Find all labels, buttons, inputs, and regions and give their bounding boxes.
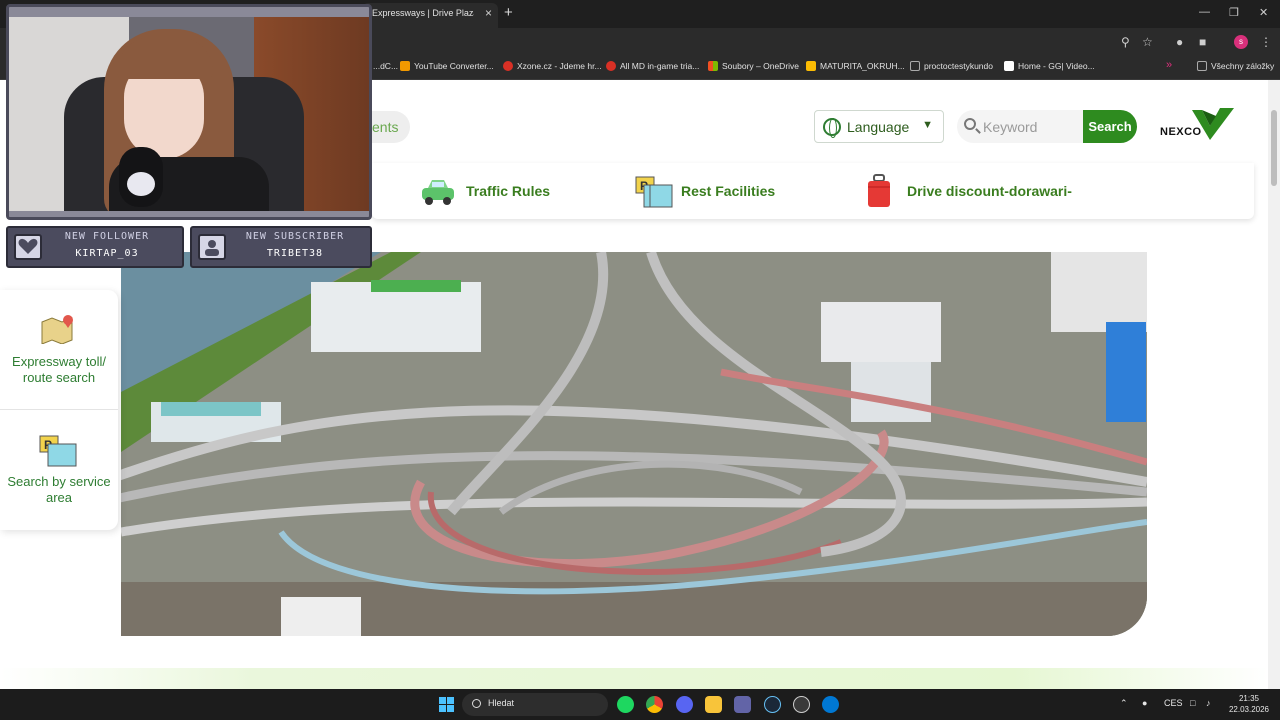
- spotify-icon[interactable]: [617, 696, 634, 713]
- star-icon[interactable]: ☆: [1142, 35, 1153, 49]
- search-input[interactable]: [983, 117, 1079, 137]
- close-tab-icon[interactable]: ×: [485, 6, 492, 20]
- main-nav: Traffic Rules P Rest Facilities Drive di…: [372, 163, 1254, 219]
- language-label: Language: [847, 119, 910, 135]
- bookmark-favicon-icon: [400, 61, 410, 71]
- search-box: Search: [957, 110, 1137, 143]
- volume-icon[interactable]: ♪: [1206, 698, 1211, 708]
- logo-text: NEXCO: [1160, 126, 1202, 138]
- bookmark-item[interactable]: Home - GG| Video...: [1004, 61, 1095, 71]
- new-tab-button[interactable]: +: [504, 4, 513, 21]
- events-label: ents: [372, 119, 399, 135]
- quick-links-sidebar: Expressway toll/ route search P Search b…: [0, 290, 118, 530]
- section-banner: [0, 668, 1268, 689]
- suitcase-icon: [868, 174, 890, 207]
- windows-taskbar: Hledat ⌃ ● CES □ ♪ 21:35 22.03.2026: [0, 689, 1280, 720]
- sidebar-item-toll-route-search[interactable]: Expressway toll/ route search: [0, 290, 118, 410]
- chrome-icon[interactable]: [646, 696, 663, 713]
- nav-label: Drive discount-dorawari-: [907, 183, 1072, 199]
- network-icon[interactable]: □: [1190, 698, 1195, 708]
- microphone-tray-icon[interactable]: ●: [1142, 698, 1147, 708]
- map-pin-icon: [41, 315, 73, 344]
- onedrive-favicon-icon: [708, 61, 718, 71]
- sidebar-item-label: Search by service area: [7, 474, 111, 505]
- new-follower-alert: NEW FOLLOWER KIRTAP_03: [6, 226, 184, 268]
- sidebar-item-service-area-search[interactable]: P Search by service area: [0, 410, 118, 530]
- webcam-frame-top: [9, 7, 369, 17]
- webcam-frame-bottom: [9, 211, 369, 217]
- folder-icon[interactable]: [705, 696, 722, 713]
- mic-logo-icon: [127, 172, 155, 196]
- page-scrollbar[interactable]: [1268, 80, 1280, 689]
- input-language[interactable]: CES: [1164, 698, 1183, 708]
- search-icon: [472, 699, 481, 708]
- taskbar-search-label: Hledat: [488, 698, 515, 708]
- nexco-logo[interactable]: NEXCO: [1158, 106, 1236, 148]
- bookmark-favicon-icon: [503, 61, 513, 71]
- scroll-thumb[interactable]: [1271, 110, 1277, 186]
- taskbar-clock[interactable]: 21:35 22.03.2026: [1228, 693, 1270, 715]
- bookmark-item[interactable]: proctoctestykundo: [910, 61, 993, 71]
- app-c-icon[interactable]: [822, 696, 839, 713]
- browser-tab[interactable]: Expressways | Drive Plaza DoRa ×: [362, 3, 498, 28]
- alert-username: KIRTAP_03: [75, 248, 139, 259]
- bookmark-item[interactable]: MATURITA_OKRUH...: [806, 61, 905, 71]
- search-button[interactable]: Search: [1083, 110, 1137, 143]
- search-icon: [964, 118, 976, 130]
- extension-icon[interactable]: ●: [1176, 35, 1183, 49]
- nav-label: Rest Facilities: [681, 183, 776, 199]
- google-favicon-icon: [1004, 61, 1014, 71]
- alert-title: NEW SUBSCRIBER: [245, 231, 345, 242]
- bookmark-item[interactable]: YouTube Converter...: [400, 61, 494, 71]
- bookmark-item[interactable]: Xzone.cz - Jdeme hr...: [503, 61, 602, 71]
- highway-interchange-photo: [121, 252, 1147, 636]
- folder-icon: [1197, 61, 1207, 71]
- folder-icon: [910, 61, 920, 71]
- hero-image: [121, 252, 1147, 636]
- drive-favicon-icon: [806, 61, 816, 71]
- bookmark-item[interactable]: Soubory – OneDrive: [708, 61, 799, 71]
- zoom-icon[interactable]: ⚲: [1121, 35, 1130, 49]
- chevron-down-icon: ▼: [922, 119, 933, 131]
- steam-icon[interactable]: [764, 696, 781, 713]
- bookmark-favicon-icon: [606, 61, 616, 71]
- minimize-icon[interactable]: —: [1199, 6, 1210, 18]
- teams-icon[interactable]: [734, 696, 751, 713]
- bookmark-item[interactable]: ...dC...: [373, 61, 398, 71]
- menu-icon[interactable]: ⋮: [1260, 35, 1272, 49]
- parking-icon: P: [635, 176, 673, 208]
- tab-title: Expressways | Drive Plaza DoRa: [372, 8, 474, 18]
- bookmark-item[interactable]: All MD in-game tria...: [606, 61, 699, 71]
- tray-overflow-icon[interactable]: ⌃: [1120, 698, 1128, 709]
- taskbar-search[interactable]: Hledat: [462, 693, 608, 716]
- clock-date: 22.03.2026: [1228, 705, 1270, 714]
- bookmarks-overflow-button[interactable]: »: [1166, 59, 1172, 71]
- profile-avatar[interactable]: s: [1234, 35, 1248, 49]
- alert-title: NEW FOLLOWER: [64, 231, 150, 242]
- all-bookmarks-button[interactable]: Všechny záložky: [1197, 61, 1274, 71]
- nav-item-rest-facilities[interactable]: P Rest Facilities: [634, 163, 794, 219]
- discord-icon[interactable]: [676, 696, 693, 713]
- clock-time: 21:35: [1238, 694, 1260, 703]
- car-icon: [422, 180, 454, 205]
- sidebar-item-label: Expressway toll/ route search: [12, 354, 106, 385]
- webcam-overlay: [6, 4, 372, 220]
- new-subscriber-alert: NEW SUBSCRIBER TRIBET38: [190, 226, 372, 268]
- globe-icon: [823, 118, 841, 138]
- webcam-streamer-bangs: [117, 37, 213, 79]
- nav-item-drive-discount[interactable]: Drive discount-dorawari-: [866, 163, 1086, 219]
- nav-label: Traffic Rules: [466, 183, 551, 199]
- windows-start-icon[interactable]: [439, 697, 454, 712]
- alert-username: TRIBET38: [266, 248, 324, 259]
- nav-item-traffic-rules[interactable]: Traffic Rules: [420, 163, 560, 219]
- maximize-icon[interactable]: ❐: [1229, 6, 1239, 19]
- close-window-icon[interactable]: ✕: [1259, 6, 1268, 19]
- parking-sign-icon: P: [39, 435, 77, 467]
- steam-alt-icon[interactable]: [793, 696, 810, 713]
- language-select[interactable]: Language ▼: [814, 110, 944, 143]
- extensions-puzzle-icon[interactable]: ■: [1199, 35, 1206, 49]
